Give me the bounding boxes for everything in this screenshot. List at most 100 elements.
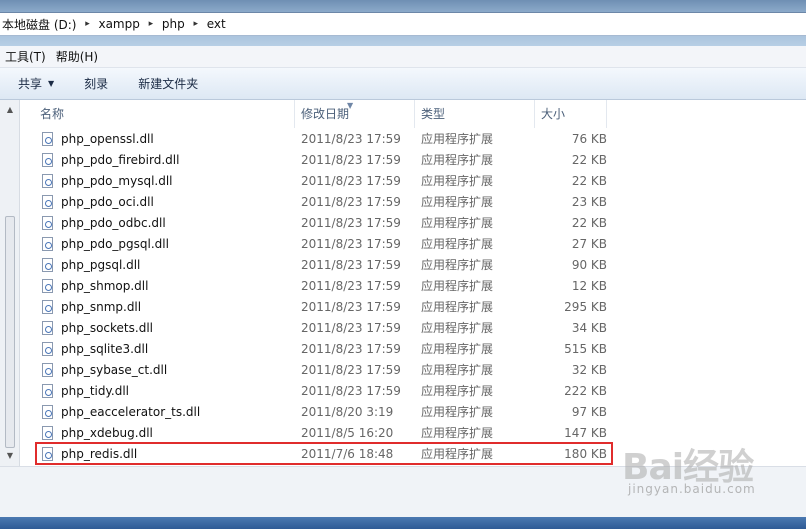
file-name-cell[interactable]: php_xdebug.dll — [20, 425, 295, 440]
file-size: 295 KB — [564, 299, 607, 314]
file-row[interactable]: php_sybase_ct.dll 2011/8/23 17:59 应用程序扩展 32… — [20, 359, 806, 380]
file-name: php_sqlite3.dll — [61, 341, 149, 356]
share-label: 共享 — [18, 77, 43, 91]
file-name-cell[interactable]: php_pdo_firebird.dll — [20, 152, 295, 167]
breadcrumb-chevron-icon[interactable]: ▸ — [78, 19, 96, 29]
file-name: php_openssl.dll — [61, 131, 154, 146]
nav-pane-scrollbar[interactable]: ▲ ▼ — [0, 100, 20, 466]
breadcrumb-drive[interactable]: 本地磁盘 (D:) — [0, 13, 78, 35]
file-row[interactable]: php_pdo_oci.dll 2011/8/23 17:59 应用程序扩展 23 K… — [20, 191, 806, 212]
file-name-cell[interactable]: php_pdo_odbc.dll — [20, 215, 295, 230]
file-row[interactable]: php_pdo_firebird.dll 2011/8/23 17:59 应用程序扩… — [20, 149, 806, 170]
burn-button[interactable]: 刻录 — [64, 75, 118, 92]
caret-down-icon: ▼ — [48, 79, 55, 88]
column-header: 名称 修改日期 ▼ 类型 大小 — [20, 100, 806, 128]
file-row[interactable]: php_pdo_odbc.dll 2011/8/23 17:59 应用程序扩展 22 … — [20, 212, 806, 233]
file-date: 2011/8/23 17:59 — [301, 215, 401, 230]
file-type: 应用程序扩展 — [421, 195, 494, 209]
file-name-cell[interactable]: php_pdo_pgsql.dll — [20, 236, 295, 251]
breadcrumb-xampp[interactable]: xampp — [96, 13, 141, 35]
file-size: 22 KB — [571, 152, 607, 167]
file-date: 2011/8/5 16:20 — [301, 425, 394, 440]
file-row[interactable]: php_pdo_pgsql.dll 2011/8/23 17:59 应用程序扩展 27… — [20, 233, 806, 254]
file-date: 2011/8/23 17:59 — [301, 341, 401, 356]
file-row[interactable]: php_snmp.dll 2011/8/23 17:59 应用程序扩展 295 KB — [20, 296, 806, 317]
column-size[interactable]: 大小 — [535, 100, 607, 128]
file-name-cell[interactable]: php_snmp.dll — [20, 299, 295, 314]
file-type: 应用程序扩展 — [421, 237, 494, 251]
file-size: 97 KB — [571, 404, 607, 419]
file-date: 2011/8/23 17:59 — [301, 383, 401, 398]
dll-file-icon — [42, 236, 53, 251]
file-type: 应用程序扩展 — [421, 447, 494, 461]
column-date[interactable]: 修改日期 ▼ — [295, 100, 415, 128]
column-name[interactable]: 名称 — [20, 100, 295, 128]
scrollbar-thumb[interactable] — [5, 216, 15, 448]
file-name: php_pdo_firebird.dll — [61, 152, 180, 167]
file-date: 2011/8/23 17:59 — [301, 131, 401, 146]
scroll-up-icon[interactable]: ▲ — [4, 104, 16, 116]
file-name: php_pdo_oci.dll — [61, 194, 154, 209]
command-bar: 共享 ▼ 刻录 新建文件夹 — [0, 68, 806, 100]
file-name-cell[interactable]: php_pdo_oci.dll — [20, 194, 295, 209]
file-type: 应用程序扩展 — [421, 216, 494, 230]
file-size: 32 KB — [571, 362, 607, 377]
breadcrumb-chevron-icon[interactable]: ▸ — [142, 19, 160, 29]
file-name: php_pdo_mysql.dll — [61, 173, 173, 188]
file-name: php_xdebug.dll — [61, 425, 153, 440]
dll-file-icon — [42, 299, 53, 314]
file-date: 2011/8/23 17:59 — [301, 194, 401, 209]
file-name-cell[interactable]: php_redis.dll — [36, 446, 295, 461]
watermark-url: jingyan.baidu.com — [628, 482, 756, 496]
file-date: 2011/8/23 17:59 — [301, 278, 401, 293]
share-button[interactable]: 共享 ▼ — [0, 75, 64, 92]
file-row[interactable]: php_tidy.dll 2011/8/23 17:59 应用程序扩展 222 KB — [20, 380, 806, 401]
file-name-cell[interactable]: php_sybase_ct.dll — [20, 362, 295, 377]
dll-file-icon — [42, 362, 53, 377]
file-name-cell[interactable]: php_tidy.dll — [20, 383, 295, 398]
address-bar-area: 本地磁盘 (D:) ▸ xampp ▸ php ▸ ext — [0, 0, 806, 46]
file-row[interactable]: php_sockets.dll 2011/8/23 17:59 应用程序扩展 34 K… — [20, 317, 806, 338]
file-date: 2011/8/23 17:59 — [301, 299, 401, 314]
file-name: php_redis.dll — [61, 446, 138, 461]
file-row[interactable]: php_openssl.dll 2011/8/23 17:59 应用程序扩展 76 K… — [20, 128, 806, 149]
column-date-label: 修改日期 — [301, 107, 350, 121]
dll-file-icon — [42, 131, 53, 146]
file-date: 2011/8/23 17:59 — [301, 173, 401, 188]
file-rows: php_openssl.dll 2011/8/23 17:59 应用程序扩展 76 K… — [20, 128, 806, 465]
breadcrumb-ext[interactable]: ext — [205, 13, 228, 35]
file-row[interactable]: php_shmop.dll 2011/8/23 17:59 应用程序扩展 12 KB — [20, 275, 806, 296]
file-name: php_eaccelerator_ts.dll — [61, 404, 201, 419]
scroll-down-icon[interactable]: ▼ — [4, 450, 16, 462]
file-row[interactable]: php_pgsql.dll 2011/8/23 17:59 应用程序扩展 90 KB — [20, 254, 806, 275]
menu-tools[interactable]: 工具(T) — [0, 48, 51, 65]
new-folder-button[interactable]: 新建文件夹 — [118, 75, 208, 92]
file-name: php_tidy.dll — [61, 383, 129, 398]
file-name-cell[interactable]: php_openssl.dll — [20, 131, 295, 146]
dll-file-icon — [42, 194, 53, 209]
watermark: Bai经验 jingyan.baidu.com — [622, 438, 792, 498]
file-row-highlighted[interactable]: php_redis.dll 2011/7/6 18:48 应用程序扩展 180 KB — [35, 442, 613, 465]
breadcrumb-chevron-icon[interactable]: ▸ — [187, 19, 205, 29]
file-row[interactable]: php_pdo_mysql.dll 2011/8/23 17:59 应用程序扩展 22… — [20, 170, 806, 191]
file-type: 应用程序扩展 — [421, 363, 494, 377]
menu-help[interactable]: 帮助(H) — [51, 48, 103, 65]
file-name: php_sybase_ct.dll — [61, 362, 168, 377]
breadcrumb-php[interactable]: php — [160, 13, 187, 35]
sort-indicator-icon: ▼ — [347, 101, 354, 110]
file-name-cell[interactable]: php_sqlite3.dll — [20, 341, 295, 356]
file-size: 147 KB — [564, 425, 607, 440]
column-type[interactable]: 类型 — [415, 100, 535, 128]
file-name-cell[interactable]: php_shmop.dll — [20, 278, 295, 293]
file-size: 12 KB — [571, 278, 607, 293]
file-name: php_pdo_pgsql.dll — [61, 236, 169, 251]
file-row[interactable]: php_sqlite3.dll 2011/8/23 17:59 应用程序扩展 515 … — [20, 338, 806, 359]
file-name-cell[interactable]: php_sockets.dll — [20, 320, 295, 335]
file-name-cell[interactable]: php_pdo_mysql.dll — [20, 173, 295, 188]
file-row[interactable]: php_eaccelerator_ts.dll 2011/8/20 3:19 应用程… — [20, 401, 806, 422]
file-type: 应用程序扩展 — [421, 258, 494, 272]
file-name-cell[interactable]: php_eaccelerator_ts.dll — [20, 404, 295, 419]
file-type: 应用程序扩展 — [421, 426, 494, 440]
address-field[interactable]: 本地磁盘 (D:) ▸ xampp ▸ php ▸ ext — [0, 12, 806, 36]
file-name-cell[interactable]: php_pgsql.dll — [20, 257, 295, 272]
